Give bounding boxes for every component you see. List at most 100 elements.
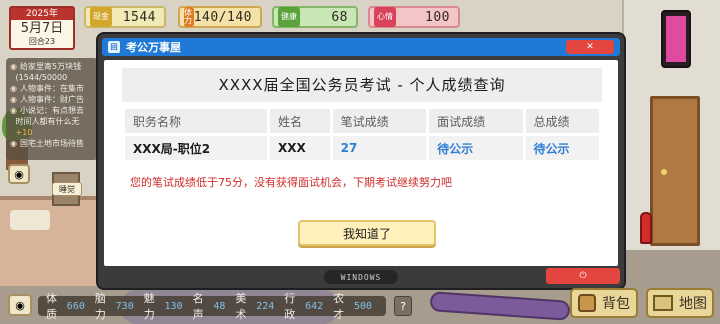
log-text: 小说记：有点想去	[19, 106, 84, 115]
header-interview-score: 面试成绩	[429, 109, 523, 133]
header-name: 姓名	[269, 109, 330, 133]
health-value: 68	[331, 9, 348, 25]
exam-results-window: 回 考公万事屋 ✕ XXXX届全国公务员考试 - 个人成绩查询 职务名称 姓名 …	[96, 32, 626, 290]
table-row: XXX局-职位2 XXX 27 待公示 待公示	[125, 136, 599, 160]
stat-value-fame: 48	[213, 300, 226, 312]
header-written-score: 笔试成绩	[332, 109, 427, 133]
health-icon: 健康	[278, 7, 300, 27]
log-item: ◉ 人物事件：财广告	[10, 94, 94, 105]
calendar: 2025年 5月7日 回合23	[9, 6, 75, 50]
table-header-row: 职务名称 姓名 笔试成绩 面试成绩 总成绩	[125, 109, 599, 133]
health-icon-label: 健康	[281, 12, 297, 21]
stat-label-farming: 农才	[333, 292, 345, 321]
stat-value-art: 224	[256, 300, 275, 312]
window-content: XXXX届全国公务员考试 - 个人成绩查询 职务名称 姓名 笔试成绩 面试成绩 …	[104, 60, 618, 266]
stat-label-art: 美术	[235, 292, 247, 321]
stamina-value: 140/140	[193, 9, 252, 25]
calendar-date: 5月7日	[20, 21, 64, 36]
stamina-icon: 体力	[184, 7, 194, 27]
log-bullet: ◉	[10, 84, 17, 93]
power-icon[interactable]: ⏻	[546, 268, 620, 284]
log-text: 给家里寄5万块钱	[19, 62, 82, 71]
result-message: 您的笔试成绩低于75分，没有获得面试机会，下期考试继续努力吧	[130, 176, 452, 189]
stat-value-charm: 130	[164, 300, 183, 312]
stat-label-brain: 脑力	[94, 292, 106, 321]
bed-pillow	[10, 210, 50, 230]
log-bullet: ◉	[10, 139, 17, 148]
mood-icon: 心情	[374, 7, 396, 27]
window-title: 考公万事屋	[126, 41, 181, 54]
mood-value: 100	[425, 9, 450, 25]
log-item: (1544/50000	[10, 72, 94, 83]
money-indicator: 现金 1544	[84, 6, 166, 28]
log-item: ◉ 国宅土地市场待售	[10, 138, 94, 149]
calendar-round: 回合23	[28, 37, 56, 46]
map-button[interactable]: 地图	[646, 288, 714, 318]
app-icon: 回	[108, 41, 120, 53]
mood-indicator: 心情 100	[368, 6, 460, 28]
log-text: 国宅土地市场待售	[19, 139, 84, 148]
phone-icon[interactable]	[661, 10, 691, 68]
acknowledge-button[interactable]: 我知道了	[298, 220, 436, 246]
header-total-score: 总成绩	[525, 109, 599, 133]
eye-icon[interactable]: ◉	[8, 164, 30, 184]
stat-label-charm: 魅力	[143, 292, 155, 321]
stat-value-admin: 642	[305, 300, 324, 312]
log-text: 人物事件：在集市	[19, 84, 84, 93]
phone-screen	[666, 16, 686, 62]
calendar-year: 2025年	[11, 8, 73, 20]
log-item: ◉ 给家里寄5万块钱	[10, 61, 94, 72]
log-bullet	[10, 72, 13, 83]
stats-bar: 体质 660 脑力 730 魅力 130 名声 48 美术 224 行政 642…	[38, 292, 386, 321]
mood-icon-label: 心情	[377, 12, 393, 21]
close-icon[interactable]: ✕	[566, 40, 614, 54]
log-highlight: +10	[15, 128, 33, 137]
log-item: 时间人都有什么无	[10, 116, 94, 127]
log-bullet	[10, 127, 13, 138]
bed[interactable]	[0, 196, 98, 286]
log-text: 时间人都有什么无	[15, 117, 80, 126]
event-log[interactable]: ◉ 给家里寄5万块钱 (1544/50000 ◉ 人物事件：在集市 ◉ 人物事件：财广…	[6, 58, 98, 160]
map-icon	[653, 295, 673, 311]
cell-position: XXX局-职位2	[125, 136, 267, 160]
window-titlebar[interactable]: 回 考公万事屋 ✕	[102, 38, 620, 56]
cell-total-score: 待公示	[525, 136, 599, 160]
results-table: 职务名称 姓名 笔试成绩 面试成绩 总成绩 XXX局-职位2 XXX 27 待公…	[122, 106, 602, 163]
stamina-indicator: 体力 140/140	[178, 6, 262, 28]
log-item: ◉ 人物事件：在集市	[10, 83, 94, 94]
help-icon[interactable]: ?	[394, 296, 412, 316]
map-label: 地图	[679, 296, 707, 312]
door-knob	[661, 169, 667, 175]
log-item: ◉ 小说记：有点想去	[10, 105, 94, 116]
health-indicator: 健康 68	[272, 6, 358, 28]
bag-icon	[578, 294, 596, 312]
log-bullet	[10, 116, 13, 127]
log-text: 人物事件：财广告	[19, 95, 84, 104]
log-bullet: ◉	[10, 106, 17, 115]
cell-written-score: 27	[332, 136, 427, 160]
stamina-icon-label: 体力	[184, 8, 192, 25]
bag-label: 背包	[602, 296, 630, 312]
log-text: (1544/50000	[15, 73, 68, 82]
eye-icon[interactable]: ◉	[8, 294, 32, 316]
fire-extinguisher	[640, 212, 652, 244]
stat-value-brain: 730	[115, 300, 134, 312]
money-icon-label: 现金	[93, 12, 109, 21]
header-position: 职务名称	[125, 109, 267, 133]
room-door[interactable]	[650, 96, 700, 246]
stat-value-farming: 500	[353, 300, 372, 312]
sleep-button[interactable]: 睡觉	[52, 182, 82, 196]
stat-label-fame: 名声	[192, 292, 204, 321]
log-item: +10	[10, 127, 94, 138]
stat-value-physique: 660	[66, 300, 85, 312]
log-bullet: ◉	[10, 62, 17, 71]
cell-name: XXX	[269, 136, 330, 160]
stat-label-admin: 行政	[284, 292, 296, 321]
money-value: 1544	[122, 9, 156, 25]
money-icon: 现金	[90, 7, 112, 27]
windows-taskbar-label: WINDOWS	[324, 270, 398, 284]
results-title: XXXX届全国公务员考试 - 个人成绩查询	[122, 68, 602, 102]
bag-button[interactable]: 背包	[570, 288, 638, 318]
log-bullet: ◉	[10, 95, 17, 104]
cell-interview-score: 待公示	[429, 136, 523, 160]
